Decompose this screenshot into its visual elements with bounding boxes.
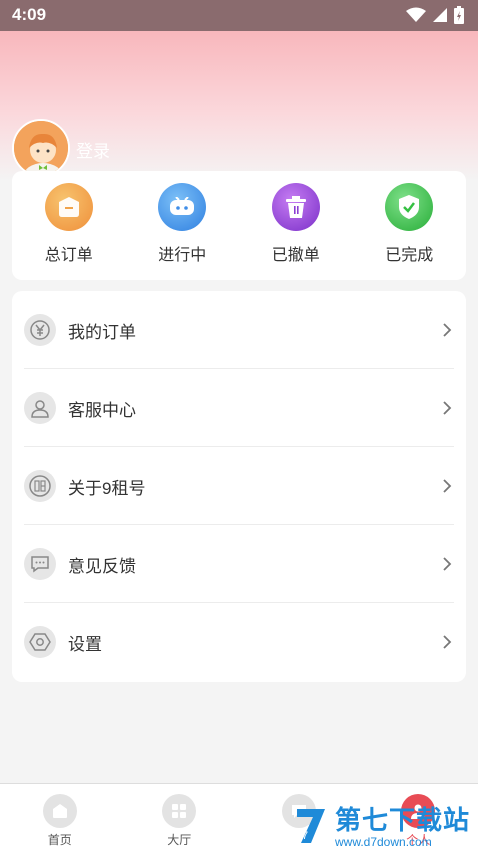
chevron-right-icon <box>443 479 452 493</box>
yen-icon <box>24 314 56 346</box>
tab-label: 大厅 <box>167 833 192 847</box>
profile-header: 登录 <box>0 31 478 181</box>
menu-item-about[interactable]: 关于9租号 <box>12 447 466 525</box>
svg-text:7: 7 <box>302 830 308 842</box>
status-icons <box>406 6 464 24</box>
tab-hall[interactable]: 大厅 <box>120 784 240 850</box>
rent-icon <box>24 470 56 502</box>
status-bar: 4:09 <box>0 0 478 31</box>
gamepad-icon <box>158 183 207 231</box>
menu-item-label: 我的订单 <box>68 322 136 342</box>
order-completed-label: 已完成 <box>385 247 434 264</box>
wifi-icon <box>406 7 426 22</box>
battery-icon <box>454 6 464 24</box>
menu-item-label: 客服中心 <box>68 400 136 420</box>
chevron-right-icon <box>443 635 452 649</box>
chevron-right-icon <box>443 323 452 337</box>
menu-item-label: 设置 <box>68 634 102 654</box>
order-in-progress[interactable]: 进行中 <box>126 171 240 280</box>
watermark-title: 第七下载站 <box>334 805 470 835</box>
login-link[interactable]: 登录 <box>76 137 110 162</box>
avatar-image <box>14 121 68 175</box>
order-total-label: 总订单 <box>44 247 93 264</box>
home-icon <box>42 794 77 828</box>
status-time: 4:09 <box>12 5 47 24</box>
orders-card: 总订单 进行中 已撤单 已完成 <box>12 171 466 280</box>
order-cancelled[interactable]: 已撤单 <box>239 171 353 280</box>
shield-check-icon <box>385 183 434 231</box>
order-in-progress-label: 进行中 <box>158 247 207 264</box>
watermark-logo-icon: 7 <box>296 808 325 843</box>
grid-icon <box>162 794 197 828</box>
settings-icon <box>24 626 56 658</box>
menu-item-settings[interactable]: 设置 <box>12 603 466 681</box>
order-total[interactable]: 总订单 <box>12 171 126 280</box>
menu-item-label: 意见反馈 <box>68 556 136 576</box>
avatar[interactable] <box>12 119 70 177</box>
tab-label: 首页 <box>47 833 72 847</box>
order-cancelled-label: 已撤单 <box>271 247 320 264</box>
watermark-url: www.d7down.com <box>334 835 432 849</box>
menu-item-customer-service[interactable]: 客服中心 <box>12 369 466 447</box>
watermark: 7 第七下载站 www.d7down.com <box>293 800 470 849</box>
menu-item-my-orders[interactable]: 我的订单 <box>12 291 466 369</box>
menu-list: 我的订单 客服中心 关于9租号 意见反馈 设置 <box>12 291 466 682</box>
order-box-icon <box>44 183 93 231</box>
order-completed[interactable]: 已完成 <box>353 171 467 280</box>
trash-icon <box>271 183 320 231</box>
tab-home[interactable]: 首页 <box>0 784 120 850</box>
signal-icon <box>433 8 447 22</box>
chevron-right-icon <box>443 401 452 415</box>
menu-item-feedback[interactable]: 意见反馈 <box>12 525 466 603</box>
chevron-right-icon <box>443 557 452 571</box>
menu-item-label: 关于9租号 <box>68 478 146 498</box>
user-icon <box>24 392 56 424</box>
chat-icon <box>24 548 56 580</box>
